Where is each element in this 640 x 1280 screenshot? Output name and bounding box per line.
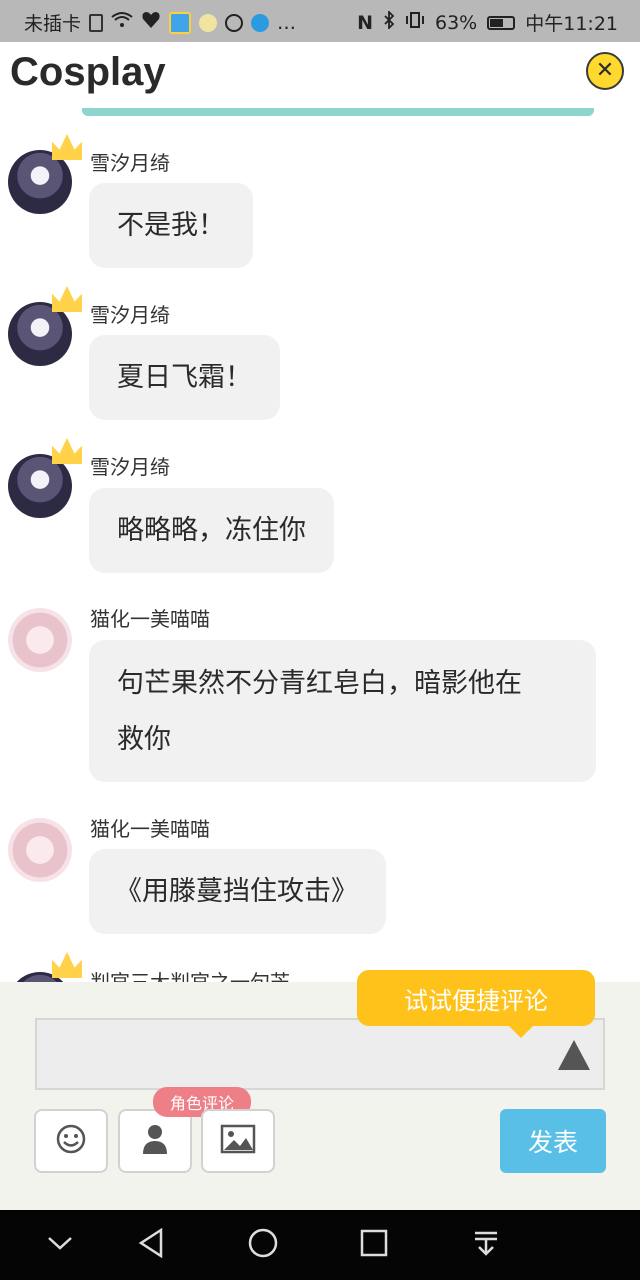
nfc-icon: N xyxy=(357,11,373,34)
battery-icon xyxy=(487,15,516,30)
message-bubble: 不是我！ xyxy=(89,183,253,268)
message-username[interactable]: 雪汐月绮 xyxy=(90,451,170,480)
more-notifications-icon: … xyxy=(277,11,297,34)
sim-alert-icon xyxy=(89,13,104,32)
expand-triangle-icon[interactable] xyxy=(558,1040,590,1070)
avatar[interactable] xyxy=(8,608,72,672)
recents-square-icon xyxy=(360,1229,388,1261)
status-bar: 未插卡 … N 63% 中午11:21 xyxy=(0,0,640,42)
status-left: 未插卡 … xyxy=(24,9,296,36)
crown-icon xyxy=(52,134,82,160)
home-circle-icon xyxy=(247,1227,279,1263)
crown-icon xyxy=(52,438,82,464)
message-username[interactable]: 判官三大判官之一句芒 xyxy=(90,966,290,982)
pull-down-icon xyxy=(472,1229,500,1261)
app-card-icon xyxy=(169,11,192,34)
status-right: N 63% 中午11:21 xyxy=(357,9,618,36)
message-username[interactable]: 雪汐月绮 xyxy=(90,299,170,328)
person-icon xyxy=(141,1123,169,1159)
avatar[interactable] xyxy=(8,818,72,882)
chat-messages[interactable]: 雪汐月绮 不是我！ 雪汐月绮 夏日飞霜！ 雪汐月绮 略略略，冻住你 猫化一美喵喵… xyxy=(0,130,640,982)
message-bubble: 略略略，冻住你 xyxy=(89,488,334,573)
clock: 中午11:21 xyxy=(525,13,618,35)
image-icon xyxy=(220,1124,256,1158)
message-line: 救你 xyxy=(117,724,171,755)
quick-comment-tooltip[interactable]: 试试便捷评论 xyxy=(357,970,595,1038)
message-username[interactable]: 雪汐月绮 xyxy=(90,147,170,176)
message-line: 句芒果然不分青红皂白，暗影他在 xyxy=(117,668,522,699)
page-title: Cosplay xyxy=(10,50,166,94)
comment-composer: 试试便捷评论 角色评论 发表 xyxy=(0,970,640,1210)
message-username[interactable]: 猫化一美喵喵 xyxy=(90,603,210,632)
notification-pull-button[interactable] xyxy=(466,1225,506,1265)
recents-button[interactable] xyxy=(354,1225,394,1265)
carrier-text: 未插卡 xyxy=(24,13,82,35)
message-bubble: 《用滕蔓挡住攻击》 xyxy=(89,849,386,934)
alarm-icon xyxy=(225,13,244,32)
message-bubble: 夏日飞霜！ xyxy=(89,335,280,420)
wifi-icon xyxy=(111,11,133,34)
page-header: Cosplay xyxy=(0,42,640,114)
message-bubble: 句芒果然不分青红皂白，暗影他在 救你 xyxy=(89,640,596,782)
send-button[interactable]: 发表 xyxy=(500,1109,606,1173)
battery-percent: 63% xyxy=(435,11,478,34)
back-button[interactable] xyxy=(131,1225,171,1265)
teal-divider xyxy=(82,108,594,116)
hide-nav-button[interactable] xyxy=(40,1225,80,1265)
image-button[interactable] xyxy=(201,1109,275,1173)
bulb-icon xyxy=(199,13,218,32)
close-icon: ✕ xyxy=(595,58,615,83)
back-triangle-icon xyxy=(137,1227,165,1262)
emoji-button[interactable] xyxy=(34,1109,108,1173)
bluetooth-icon xyxy=(383,9,395,34)
crown-icon xyxy=(52,952,82,978)
system-nav-bar xyxy=(0,1210,640,1280)
message-username[interactable]: 猫化一美喵喵 xyxy=(90,813,210,842)
heart-rate-icon xyxy=(141,11,161,34)
home-button[interactable] xyxy=(243,1225,283,1265)
close-button[interactable]: ✕ xyxy=(586,52,624,90)
vibrate-icon xyxy=(405,11,425,34)
chevron-down-icon xyxy=(47,1235,73,1255)
globe-icon xyxy=(251,13,270,32)
smiley-icon xyxy=(55,1123,87,1159)
role-comment-button[interactable] xyxy=(118,1109,192,1173)
crown-icon xyxy=(52,286,82,312)
